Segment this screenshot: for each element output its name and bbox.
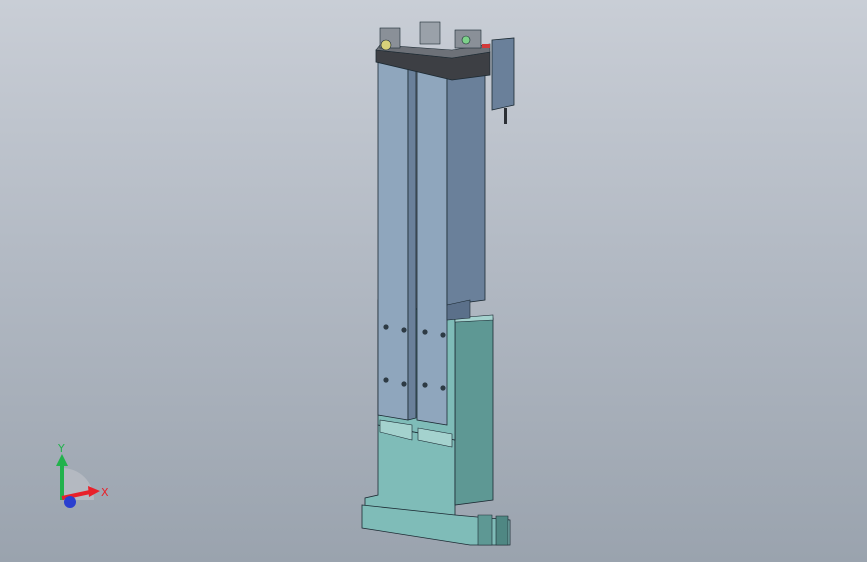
right-rail-side	[446, 61, 486, 306]
sensor-pin	[504, 108, 507, 124]
cap-block-mid	[419, 21, 441, 45]
graphics-viewport[interactable]: Y X	[0, 0, 867, 562]
bolt-hole	[440, 332, 446, 338]
x-axis-arrow	[88, 486, 100, 497]
base-side-face	[454, 317, 494, 506]
3d-model-view[interactable]	[0, 0, 867, 562]
left-rail-side	[407, 61, 417, 421]
y-axis-arrow	[56, 454, 68, 466]
fitting-yellow	[380, 39, 392, 51]
bolt-hole	[440, 385, 446, 391]
bolt-hole	[383, 324, 389, 330]
y-axis-label: Y	[57, 442, 65, 455]
z-axis-dot	[64, 496, 76, 508]
bolt-hole	[422, 382, 428, 388]
bolt-hole	[383, 377, 389, 383]
x-axis-label: X	[101, 486, 109, 499]
bolt-hole	[401, 381, 407, 387]
bolt-hole	[422, 329, 428, 335]
bolt-hole	[401, 327, 407, 333]
left-rail-face	[377, 59, 409, 421]
base-foot-slot	[477, 514, 493, 546]
fitting-green	[461, 35, 471, 45]
coordinate-triad: Y X	[56, 442, 109, 508]
sensor-bracket	[491, 37, 515, 111]
right-rail-face	[416, 61, 448, 426]
fitting-red	[482, 44, 490, 48]
base-foot-slot-2	[495, 515, 509, 546]
left-rail[interactable]	[377, 59, 417, 421]
